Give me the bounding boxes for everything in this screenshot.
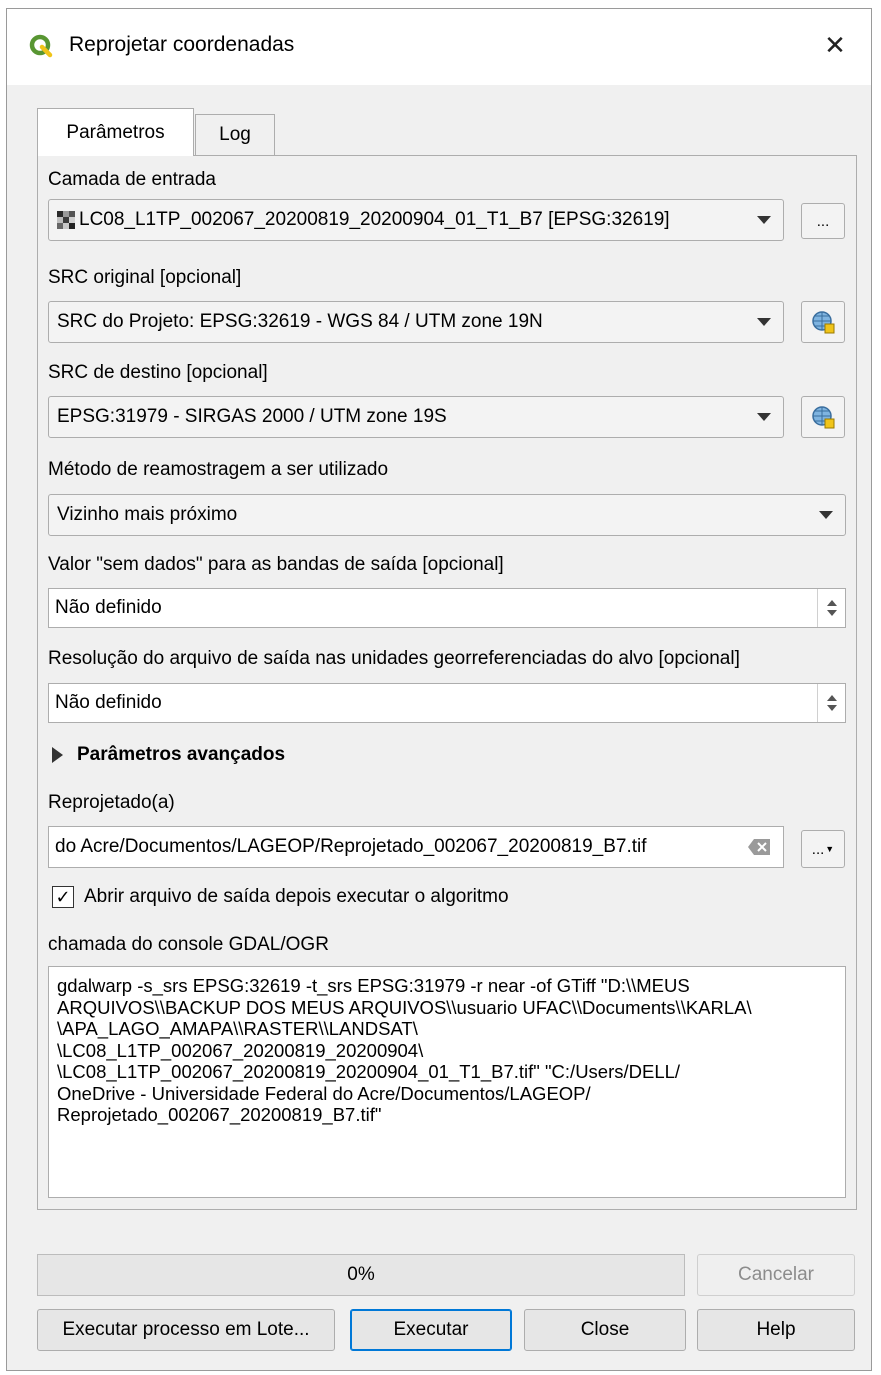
console-line: OneDrive - Universidade Federal do Acre/… — [57, 1082, 591, 1104]
spin-up-icon — [826, 600, 837, 606]
help-button[interactable]: Help — [697, 1309, 855, 1351]
resampling-value: Vizinho mais próximo — [57, 504, 238, 525]
batch-process-button[interactable]: Executar processo em Lote... — [37, 1309, 335, 1351]
tab-label: Log — [219, 124, 251, 145]
parameters-panel: Camada de entrada LC08_L1TP_002067_20200… — [37, 155, 857, 1210]
source-crs-combo[interactable]: SRC do Projeto: EPSG:32619 - WGS 84 / UT… — [48, 301, 784, 343]
output-browse-label: ... — [811, 840, 825, 858]
qgis-logo-icon — [29, 34, 53, 58]
dialog-window: Reprojetar coordenadas ✕ Parâmetros Log … — [6, 8, 872, 1371]
console-line: gdalwarp -s_srs EPSG:32619 -t_srs EPSG:3… — [57, 975, 690, 996]
chevron-down-icon — [757, 413, 771, 421]
nodata-value: Não definido — [55, 597, 162, 618]
input-layer-browse-button[interactable]: ... — [801, 203, 845, 239]
source-crs-label: SRC original [opcional] — [48, 267, 242, 288]
globe-icon — [812, 311, 835, 334]
advanced-parameters-label: Parâmetros avançados — [77, 744, 286, 765]
advanced-parameters-toggle[interactable]: Parâmetros avançados — [48, 744, 285, 766]
resolution-value: Não definido — [55, 692, 162, 713]
spin-down-icon — [826, 610, 837, 616]
console-line: ARQUIVOS\\BACKUP DOS MEUS ARQUIVOS\\usua… — [57, 996, 752, 1018]
output-browse-button[interactable]: ... ▼ — [801, 830, 845, 868]
nodata-spinbox[interactable]: Não definido — [48, 588, 846, 628]
open-output-checkbox-row[interactable]: ✓ Abrir arquivo de saída depois executar… — [52, 886, 509, 908]
window-title: Reprojetar coordenadas — [69, 33, 295, 56]
source-crs-select-button[interactable] — [801, 301, 845, 343]
tab-log[interactable]: Log — [195, 114, 275, 155]
input-layer-combo[interactable]: LC08_L1TP_002067_20200819_20200904_01_T1… — [48, 199, 784, 241]
spin-up-icon — [826, 695, 837, 701]
title-bar: Reprojetar coordenadas ✕ — [7, 9, 871, 85]
console-command-text[interactable]: gdalwarp -s_srs EPSG:32619 -t_srs EPSG:3… — [48, 966, 846, 1198]
progress-text: 0% — [347, 1264, 375, 1285]
output-path-value: do Acre/Documentos/LAGEOP/Reprojetado_00… — [55, 836, 647, 857]
resolution-label: Resolução do arquivo de saída nas unidad… — [48, 648, 740, 669]
input-layer-label: Camada de entrada — [48, 169, 216, 190]
spin-arrows[interactable] — [817, 589, 845, 627]
input-layer-value: LC08_L1TP_002067_20200819_20200904_01_T1… — [79, 209, 670, 230]
target-crs-combo[interactable]: EPSG:31979 - SIRGAS 2000 / UTM zone 19S — [48, 396, 784, 438]
expand-arrow-icon — [52, 747, 63, 763]
resampling-label: Método de reamostragem a ser utilizado — [48, 459, 389, 480]
run-button[interactable]: Executar — [350, 1309, 512, 1351]
resampling-combo[interactable]: Vizinho mais próximo — [48, 494, 846, 536]
console-line: Reprojetado_002067_20200819_B7.tif" — [57, 1104, 382, 1125]
spin-arrows[interactable] — [817, 684, 845, 722]
progress-bar: 0% — [37, 1254, 685, 1296]
target-crs-label: SRC de destino [opcional] — [48, 362, 268, 383]
raster-layer-icon — [57, 211, 75, 229]
output-label: Reprojetado(a) — [48, 792, 175, 813]
console-line: \LC08_L1TP_002067_20200819_20200904\ — [57, 1039, 424, 1061]
target-crs-select-button[interactable] — [801, 396, 845, 438]
target-crs-value: EPSG:31979 - SIRGAS 2000 / UTM zone 19S — [57, 406, 447, 427]
dropdown-mini-icon: ▼ — [825, 844, 835, 854]
chevron-down-icon — [757, 318, 771, 326]
cancel-button[interactable]: Cancelar — [697, 1254, 855, 1296]
close-window-icon[interactable]: ✕ — [813, 23, 857, 67]
clear-field-icon[interactable] — [747, 838, 771, 862]
spin-down-icon — [826, 705, 837, 711]
close-button[interactable]: Close — [524, 1309, 686, 1351]
output-path-field[interactable]: do Acre/Documentos/LAGEOP/Reprojetado_00… — [48, 826, 784, 868]
tab-label: Parâmetros — [66, 121, 165, 143]
checkbox-checked-icon[interactable]: ✓ — [52, 886, 74, 908]
console-line: \APA_LAGO_AMAPA\\RASTER\\LANDSAT\ — [57, 1018, 418, 1039]
nodata-label: Valor "sem dados" para as bandas de saíd… — [48, 554, 504, 575]
console-line: \LC08_L1TP_002067_20200819_20200904_01_T… — [57, 1061, 681, 1082]
tab-parametros[interactable]: Parâmetros — [37, 108, 194, 156]
open-output-label: Abrir arquivo de saída depois executar o… — [84, 886, 509, 907]
resolution-spinbox[interactable]: Não definido — [48, 683, 846, 723]
console-label: chamada do console GDAL/OGR — [48, 934, 329, 955]
chevron-down-icon — [819, 511, 833, 519]
source-crs-value: SRC do Projeto: EPSG:32619 - WGS 84 / UT… — [57, 311, 543, 332]
chevron-down-icon — [757, 216, 771, 224]
globe-icon — [812, 406, 835, 429]
